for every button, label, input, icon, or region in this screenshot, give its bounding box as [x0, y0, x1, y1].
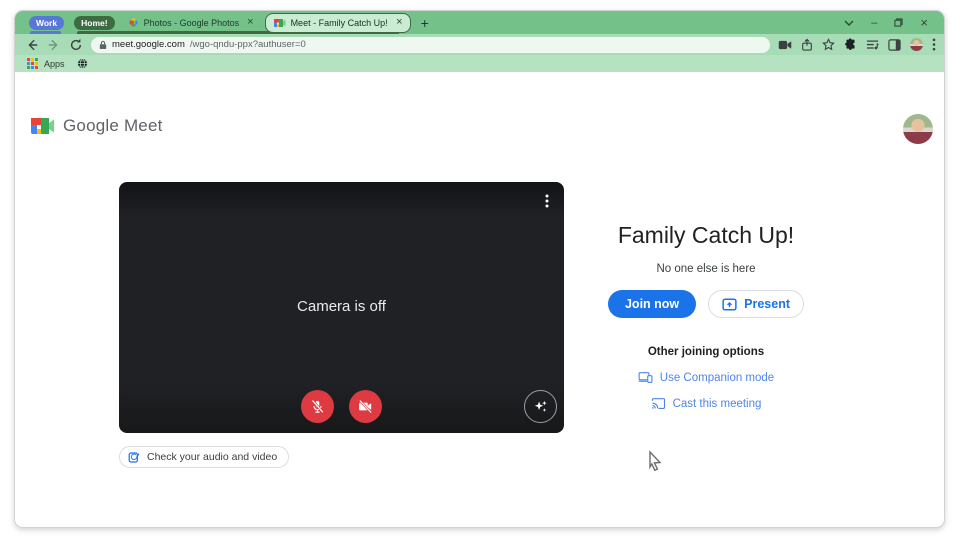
back-icon[interactable] [25, 38, 39, 52]
camera-off-icon [358, 399, 373, 414]
side-panel-icon[interactable] [888, 38, 901, 51]
tab-group-work-label: Work [36, 17, 58, 28]
reload-icon[interactable] [69, 38, 83, 52]
preview-options-kebab-icon[interactable] [545, 194, 549, 208]
chevron-down-icon[interactable] [844, 20, 854, 26]
tab-group-home-label: Home! [81, 17, 108, 28]
mouse-cursor [649, 450, 662, 472]
bookmark-star-icon[interactable] [822, 38, 835, 51]
lock-icon[interactable] [99, 40, 107, 50]
google-meet-icon [273, 18, 286, 27]
browser-toolbar: meet.google.com/wgo-qndu-ppx?authuser=0 [15, 34, 944, 55]
companion-mode-link[interactable]: Use Companion mode [575, 371, 837, 384]
join-now-button[interactable]: Join now [607, 290, 697, 318]
cast-meeting-label: Cast this meeting [672, 397, 762, 410]
tab-group-home[interactable]: Home! [74, 15, 115, 30]
tab-strip: Work Home! Photos - Google Photos × Meet… [15, 11, 944, 34]
camera-in-use-icon[interactable] [778, 40, 792, 50]
address-bar[interactable]: meet.google.com/wgo-qndu-ppx?authuser=0 [91, 36, 770, 53]
forward-icon[interactable] [47, 38, 61, 52]
companion-mode-label: Use Companion mode [659, 371, 775, 384]
video-preview: Camera is off [119, 182, 564, 433]
meeting-title: Family Catch Up! [617, 222, 795, 248]
meet-logo: Google Meet [29, 116, 163, 136]
troubleshoot-icon [128, 451, 139, 463]
other-options-title: Other joining options [647, 346, 765, 358]
tab-title: Meet - Family Catch Up! [290, 17, 388, 28]
browser-menu-kebab-icon[interactable] [932, 38, 936, 51]
cast-icon [651, 398, 665, 409]
mic-off-icon [311, 399, 324, 413]
join-actions: Join now Present [575, 290, 837, 318]
present-button[interactable]: Present [708, 290, 805, 318]
account-avatar[interactable] [903, 114, 933, 144]
tab-close-icon[interactable]: × [247, 17, 253, 28]
check-audio-video-label: Check your audio and video [147, 451, 278, 463]
url-host: meet.google.com [112, 39, 185, 50]
join-panel: Family Catch Up! No one else is here Joi… [575, 222, 837, 410]
sparkle-effects-icon [534, 400, 547, 412]
present-icon [722, 298, 737, 310]
apps-label[interactable]: Apps [44, 59, 65, 69]
toolbar-actions [778, 38, 936, 51]
tab-title: Photos - Google Photos [143, 17, 240, 28]
browser-window: Work Home! Photos - Google Photos × Meet… [14, 10, 945, 528]
bookmarks-bar: Apps [15, 55, 944, 72]
media-controls-icon[interactable] [866, 39, 879, 51]
mic-off-button[interactable] [301, 390, 334, 423]
google-meet-logo-icon [31, 118, 55, 134]
camera-off-message: Camera is off [297, 298, 386, 315]
visual-effects-button[interactable] [524, 390, 557, 423]
google-photos-icon [128, 18, 138, 27]
minimize-button[interactable]: – [871, 17, 877, 29]
camera-off-button[interactable] [349, 390, 382, 423]
apps-grid-icon[interactable] [27, 58, 38, 69]
meet-page: Google Meet Camera is off Check your aud… [15, 72, 944, 527]
close-window-button[interactable]: × [920, 15, 928, 30]
globe-bookmark-icon[interactable] [77, 58, 88, 69]
window-controls: – × [844, 15, 936, 30]
cast-meeting-link[interactable]: Cast this meeting [575, 397, 837, 410]
tab-meet-active[interactable]: Meet - Family Catch Up! × [264, 12, 411, 33]
meet-logo-text: Google Meet [63, 116, 163, 135]
preview-controls [119, 390, 564, 423]
tab-group-work[interactable]: Work [29, 15, 65, 30]
url-path: /wgo-qndu-ppx?authuser=0 [189, 39, 306, 50]
restore-button-icon[interactable] [894, 18, 904, 27]
check-audio-video-button[interactable]: Check your audio and video [119, 446, 290, 468]
new-tab-button[interactable]: + [421, 15, 429, 31]
tab-close-icon[interactable]: × [396, 17, 402, 28]
extensions-puzzle-icon[interactable] [844, 38, 857, 51]
presence-text: No one else is here [656, 263, 756, 275]
present-button-label: Present [744, 297, 791, 311]
profile-avatar[interactable] [910, 38, 923, 51]
companion-mode-icon [638, 372, 653, 383]
share-icon[interactable] [801, 38, 813, 51]
tab-group-work-underline [30, 31, 61, 34]
